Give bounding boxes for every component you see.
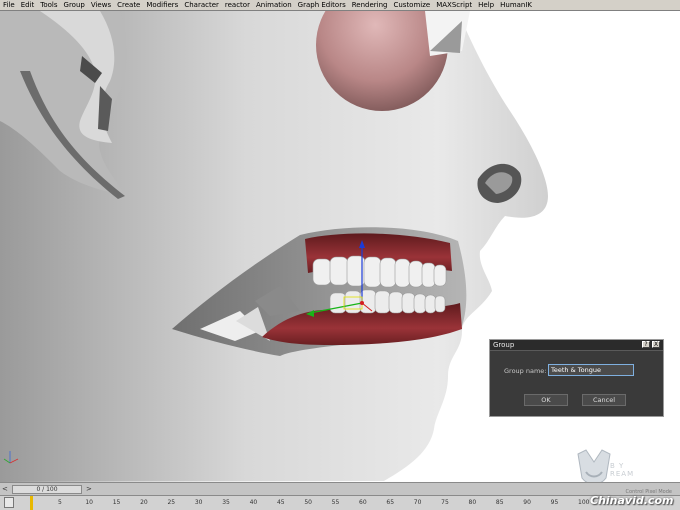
site-watermark: Chinavid.com xyxy=(590,494,674,507)
timeline-tick: 50 xyxy=(304,499,312,506)
timeline-tick: 25 xyxy=(167,499,176,506)
menu-item-tools[interactable]: Tools xyxy=(37,1,60,9)
timeline-tick: 40 xyxy=(249,499,258,506)
menu-item-animation[interactable]: Animation xyxy=(253,1,295,9)
menu-item-modifiers[interactable]: Modifiers xyxy=(143,1,181,9)
menu-bar: File Edit Tools Group Views Create Modifiers Ch… xyxy=(0,0,680,11)
menu-item-graph-editors[interactable]: Graph Editors xyxy=(295,1,349,9)
menu-item-humanik[interactable]: HumanIK xyxy=(497,1,535,9)
timeline-tick: 75 xyxy=(441,499,449,506)
logo-mark: B Y REAM xyxy=(576,448,640,482)
timeline-tick: 95 xyxy=(550,499,559,506)
dialog-title: Group xyxy=(493,341,515,349)
help-button[interactable]: ? xyxy=(642,341,650,348)
menu-item-help[interactable]: Help xyxy=(475,1,497,9)
menu-item-group[interactable]: Group xyxy=(61,1,88,9)
logo-text-line2: REAM xyxy=(610,470,635,478)
next-frame-arrow-icon[interactable]: > xyxy=(86,485,92,493)
time-track[interactable]: 5 10 15 20 25 30 35 40 45 50 55 60 65 70 75 80 85 90 95 100 xyxy=(0,496,680,510)
timeline-tick: 30 xyxy=(194,499,203,506)
menu-item-create[interactable]: Create xyxy=(114,1,143,9)
group-name-label: Group name: xyxy=(504,367,547,375)
timeline-tick: 100 xyxy=(578,499,590,506)
menu-item-views[interactable]: Views xyxy=(88,1,114,9)
timeline-tick: 80 xyxy=(468,499,477,506)
timeline-tick: 70 xyxy=(413,499,422,506)
timeline-tick: 45 xyxy=(276,499,285,506)
time-slider-bar: < 0 / 100 > Control Pixel Mode xyxy=(0,482,680,496)
menu-item-edit[interactable]: Edit xyxy=(18,1,38,9)
timeline-tick: 35 xyxy=(222,499,230,506)
timeline-tick: 90 xyxy=(523,499,531,506)
timeline-tick: 85 xyxy=(495,499,504,506)
dialog-titlebar[interactable]: Group ? X xyxy=(490,340,663,351)
track-bar-toggle-icon[interactable] xyxy=(4,497,14,508)
ok-button[interactable]: OK xyxy=(524,394,568,406)
menu-item-reactor[interactable]: reactor xyxy=(222,1,253,9)
timeline-tick: 60 xyxy=(359,499,367,506)
timeline: < 0 / 100 > Control Pixel Mode 5 10 15 20 25… xyxy=(0,482,680,510)
menu-item-maxscript[interactable]: MAXScript xyxy=(433,1,475,9)
timeline-tick: 15 xyxy=(112,499,121,506)
group-dialog: Group ? X Group name: OK Cancel xyxy=(489,339,664,417)
menu-item-rendering[interactable]: Rendering xyxy=(349,1,391,9)
menu-item-character[interactable]: Character xyxy=(181,1,222,9)
current-frame-marker[interactable] xyxy=(30,496,33,510)
timeline-tick: 10 xyxy=(85,499,93,506)
prev-frame-arrow-icon[interactable]: < xyxy=(2,485,8,493)
timeline-tick: 55 xyxy=(331,499,340,506)
cancel-button[interactable]: Cancel xyxy=(582,394,626,406)
close-button[interactable]: X xyxy=(652,341,660,348)
timeline-tick: 65 xyxy=(386,499,395,506)
timeline-tick: 5 xyxy=(58,499,62,506)
logo-text-line1: B Y xyxy=(610,462,625,470)
group-name-input[interactable] xyxy=(548,364,634,376)
timeline-tick: 20 xyxy=(140,499,148,506)
menu-item-file[interactable]: File xyxy=(0,1,18,9)
time-slider[interactable]: 0 / 100 xyxy=(12,485,82,494)
menu-item-customize[interactable]: Customize xyxy=(390,1,433,9)
